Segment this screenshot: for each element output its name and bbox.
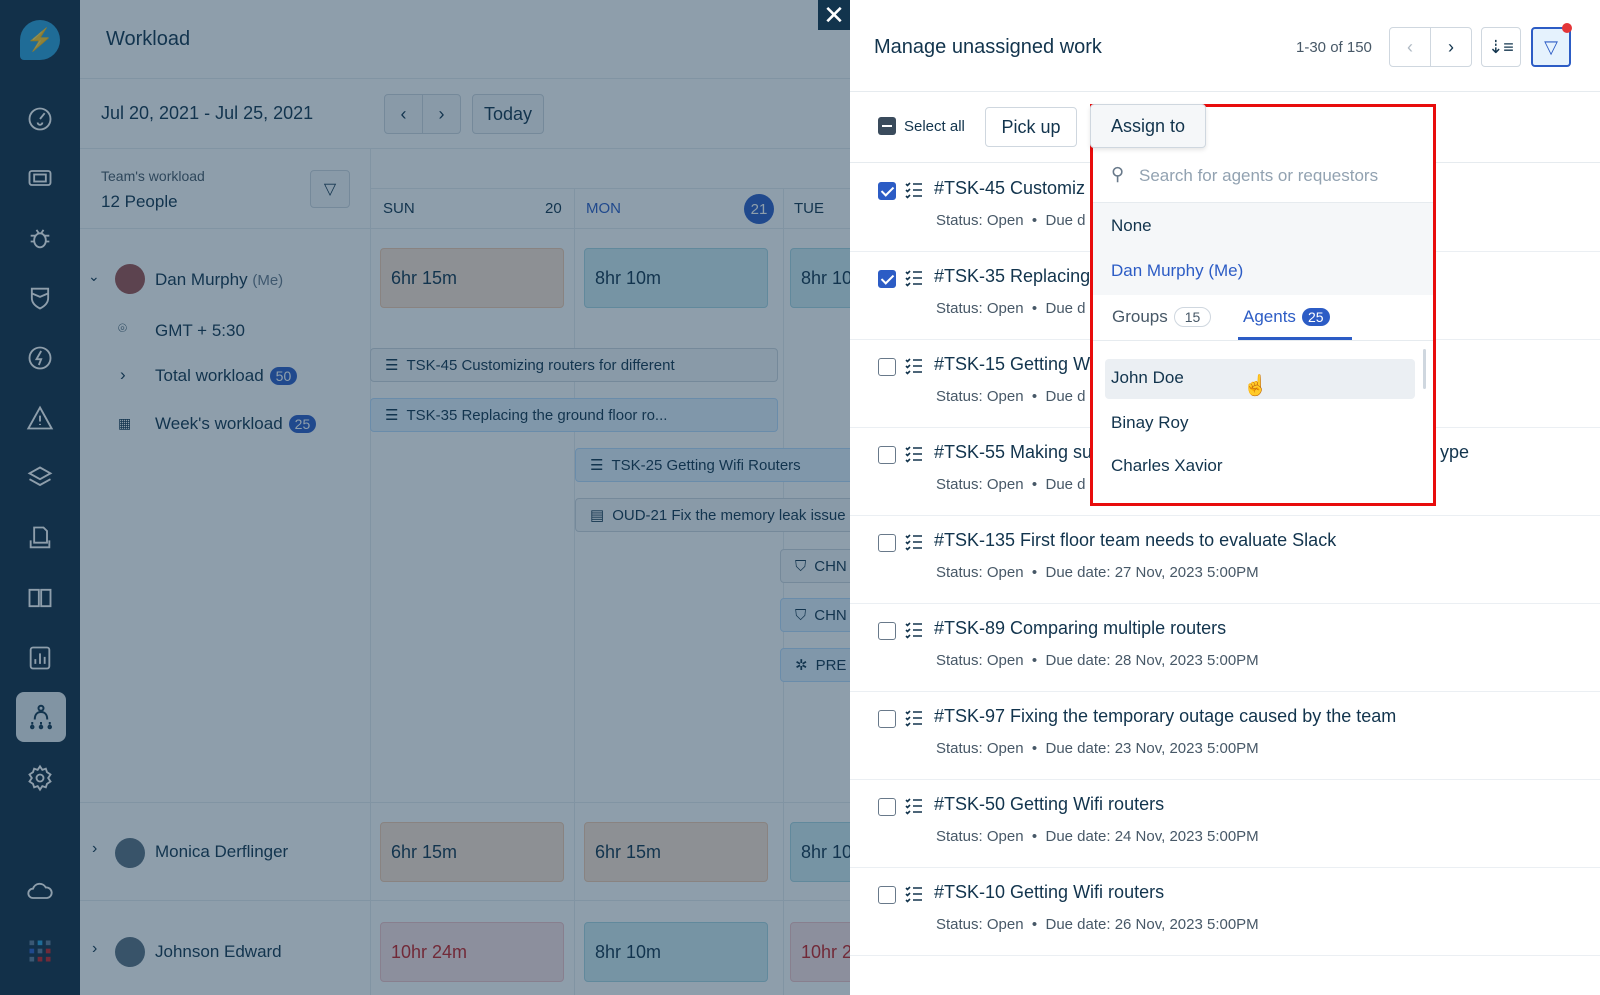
row-checkbox[interactable] (878, 182, 896, 200)
option-none[interactable]: None (1111, 216, 1152, 236)
row-checkbox[interactable] (878, 886, 896, 904)
tab-agents[interactable]: Agents 25 (1243, 307, 1330, 327)
pagination-text: 1-30 of 150 (1296, 39, 1372, 56)
task-title[interactable]: #TSK-97 Fixing the temporary outage caus… (934, 706, 1396, 727)
filter-button[interactable]: ▽ (1531, 27, 1571, 67)
assign-to-button[interactable]: Assign to (1090, 104, 1206, 148)
task-title[interactable]: #TSK-10 Getting Wifi routers (934, 882, 1164, 903)
assign-dropdown: Assign to ⚲ Search for agents or request… (1090, 104, 1436, 506)
task-title[interactable]: #TSK-135 First floor team needs to evalu… (934, 530, 1336, 551)
task-row[interactable]: #TSK-10 Getting Wifi routers Status: Ope… (850, 866, 1600, 956)
scrollbar[interactable] (1423, 349, 1426, 389)
task-row[interactable]: #TSK-50 Getting Wifi routers Status: Ope… (850, 778, 1600, 868)
task-meta: Status: Open • Due d (936, 388, 1086, 405)
task-meta: Status: Open • Due date: 26 Nov, 2023 5:… (936, 916, 1259, 933)
task-meta: Status: Open • Due date: 28 Nov, 2023 5:… (936, 652, 1259, 669)
search-icon: ⚲ (1111, 164, 1125, 184)
task-row[interactable]: #TSK-97 Fixing the temporary outage caus… (850, 690, 1600, 780)
option-me[interactable]: Dan Murphy (Me) (1111, 261, 1243, 281)
task-list-icon (905, 534, 922, 551)
agent-option[interactable]: John Doe (1111, 368, 1184, 388)
close-icon: ✕ (823, 0, 845, 30)
task-list-icon (905, 622, 922, 639)
modal-backdrop[interactable] (0, 0, 850, 995)
task-list-icon (905, 798, 922, 815)
task-title[interactable]: #TSK-45 Customiz (934, 178, 1085, 199)
task-meta: Status: Open • Due date: 27 Nov, 2023 5:… (936, 564, 1259, 581)
prev-page-button[interactable]: ‹ (1389, 27, 1431, 67)
task-row[interactable]: #TSK-135 First floor team needs to evalu… (850, 514, 1600, 604)
task-title[interactable]: #TSK-35 Replacing (934, 266, 1090, 287)
row-checkbox[interactable] (878, 446, 896, 464)
agent-option[interactable]: Binay Roy (1111, 413, 1188, 433)
task-title[interactable]: #TSK-89 Comparing multiple routers (934, 618, 1226, 639)
task-list-icon (905, 886, 922, 903)
task-list-icon (905, 446, 922, 463)
task-meta: Status: Open • Due d (936, 212, 1086, 229)
row-checkbox[interactable] (878, 710, 896, 728)
row-checkbox[interactable] (878, 798, 896, 816)
sort-icon: ⇣≡ (1488, 36, 1514, 57)
agent-search-input[interactable]: ⚲ Search for agents or requestors (1093, 151, 1433, 203)
row-checkbox[interactable] (878, 358, 896, 376)
select-all-checkbox[interactable] (878, 117, 896, 135)
sort-button[interactable]: ⇣≡ (1481, 27, 1521, 67)
task-list-icon (905, 710, 922, 727)
filter-icon: ▽ (1544, 36, 1558, 57)
assign-tabs: Groups 15 Agents 25 (1093, 295, 1433, 341)
task-title[interactable]: #TSK-15 Getting W (934, 354, 1090, 375)
task-meta: Status: Open • Due date: 24 Nov, 2023 5:… (936, 828, 1259, 845)
panel-title: Manage unassigned work (874, 36, 1102, 58)
pick-up-button[interactable]: Pick up (985, 107, 1077, 147)
task-row[interactable]: #TSK-89 Comparing multiple routers Statu… (850, 602, 1600, 692)
task-title-tail: ype (1440, 442, 1470, 462)
hand-cursor-icon: ☝ (1243, 375, 1268, 397)
task-meta: Status: Open • Due date: 23 Nov, 2023 5:… (936, 740, 1259, 757)
next-page-button[interactable]: › (1430, 27, 1472, 67)
task-title[interactable]: #TSK-55 Making su (934, 442, 1092, 463)
task-title[interactable]: #TSK-50 Getting Wifi routers (934, 794, 1164, 815)
task-meta: Status: Open • Due d (936, 476, 1086, 493)
tab-groups[interactable]: Groups 15 (1112, 307, 1212, 327)
agent-option[interactable]: Charles Xavior (1111, 456, 1223, 476)
filter-active-dot (1562, 23, 1572, 33)
row-checkbox[interactable] (878, 622, 896, 640)
active-tab-indicator (1238, 337, 1352, 340)
task-list-icon (905, 270, 922, 287)
row-checkbox[interactable] (878, 534, 896, 552)
task-list-icon (905, 358, 922, 375)
task-list-icon (905, 182, 922, 199)
close-panel-button[interactable]: ✕ (818, 0, 850, 30)
row-checkbox[interactable] (878, 270, 896, 288)
select-all-label: Select all (904, 118, 965, 135)
task-meta: Status: Open • Due d (936, 300, 1086, 317)
